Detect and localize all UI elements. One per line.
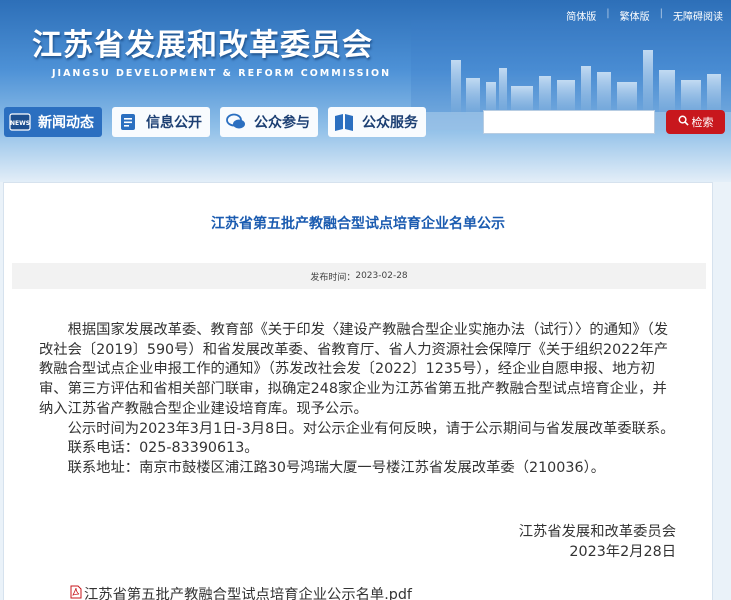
publish-date: 2023-02-28: [355, 271, 408, 281]
site-title[interactable]: 江苏省发展和改革委员会: [32, 20, 373, 64]
signature-org: 江苏省发展和改革委员会: [518, 524, 676, 540]
nav-item-label: 信息公开: [146, 115, 202, 131]
pdf-icon: [70, 585, 82, 600]
link-accessibility[interactable]: 无障碍阅读: [673, 8, 723, 23]
nav-item-label: 新闻动态: [38, 115, 94, 131]
news-icon: NEWS: [8, 111, 32, 133]
paragraph: 根据国家发展改革委、教育部《关于印发〈建设产教融合型企业实施办法（试行）〉的通知…: [39, 322, 669, 417]
chat-icon: [224, 111, 248, 133]
book-icon: [332, 111, 356, 133]
search-icon: [678, 115, 689, 129]
separator: |: [659, 8, 663, 19]
publish-info-bar: 发布时间： 2023-02-28: [12, 263, 706, 289]
nav-item-service[interactable]: 公众服务: [328, 107, 426, 137]
top-links: 简体版 | 繁体版 | 无障碍阅读: [566, 8, 723, 23]
svg-text:NEWS: NEWS: [10, 120, 30, 127]
paragraph: 公示时间为2023年3月1日-3月8日。对公示企业有何反映，请于公示期间与省发展…: [67, 420, 675, 437]
nav-item-news[interactable]: NEWS 新闻动态: [4, 107, 102, 137]
nav-item-participation[interactable]: 公众参与: [220, 107, 318, 137]
main-nav: NEWS 新闻动态 信息公开 公众参与 公众服务: [4, 107, 426, 137]
attachment-link[interactable]: 江苏省第五批产教融合型试点培育企业公示名单.pdf: [70, 583, 412, 600]
search-input[interactable]: [483, 110, 655, 134]
contact-phone: 联系电话：025-83390613。: [67, 440, 259, 457]
site-header: 简体版 | 繁体版 | 无障碍阅读 江苏省发展和改革委员会 JIANGSU DE…: [0, 0, 731, 182]
contact-address: 联系地址：南京市鼓楼区浦江路30号鸿瑞大厦一号楼江苏省发展改革委（210036）…: [67, 459, 606, 476]
link-simplified[interactable]: 简体版: [566, 8, 596, 23]
signature-date: 2023年2月28日: [569, 543, 676, 560]
link-traditional[interactable]: 繁体版: [620, 8, 650, 23]
article-body: 根据国家发展改革委、教育部《关于印发〈建设产教融合型企业实施办法（试行）〉的通知…: [39, 321, 679, 479]
site-subtitle: JIANGSU DEVELOPMENT & REFORM COMMISSION: [52, 68, 392, 79]
signature-block: 江苏省发展和改革委员会 2023年2月28日: [519, 523, 676, 562]
article-title: 江苏省第五批产教融合型试点培育企业名单公示: [211, 216, 505, 232]
nav-item-info[interactable]: 信息公开: [112, 107, 210, 137]
attachment-name: 江苏省第五批产教融合型试点培育企业公示名单.pdf: [84, 587, 412, 600]
publish-date-label: 发布时间：: [310, 272, 356, 283]
separator: |: [606, 8, 610, 19]
nav-item-label: 公众参与: [254, 115, 310, 131]
article-card: 江苏省第五批产教融合型试点培育企业名单公示 发布时间： 2023-02-28 根…: [3, 182, 713, 600]
document-icon: [116, 111, 140, 133]
nav-item-label: 公众服务: [362, 115, 418, 131]
search-button-label: 检索: [691, 116, 714, 129]
search-button[interactable]: 检索: [666, 110, 725, 134]
